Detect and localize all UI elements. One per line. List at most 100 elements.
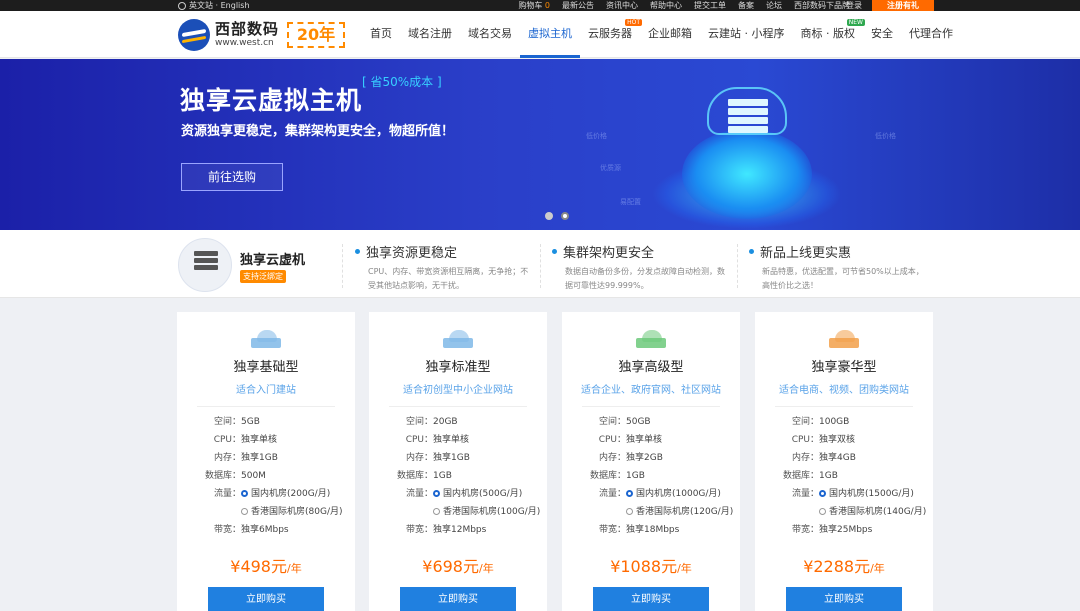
traffic-option[interactable]: 流量： 国内机房(500G/月) [369,485,547,503]
radio-icon[interactable] [819,508,826,515]
bullet-icon [552,249,557,254]
plan-name: 独享高级型 [618,360,684,375]
language-switch[interactable]: 英文站 · English [178,0,250,11]
plan-price: ¥498元/年 [230,557,302,576]
radio-selected-icon[interactable] [241,490,248,497]
nav-enterprise-mail[interactable]: 企业邮箱 [640,11,700,58]
ghost-text: 优质源 [600,164,621,172]
traffic-option[interactable]: 流量： 国内机房(1000G/月) [562,485,740,503]
main-header: 西部数码 www.west.cn 20年 首页 域名注册 域名交易 虚拟主机 云… [0,11,1080,58]
plan-card: 独享标准型 适合初创型中小企业网站 空间： 20GB CPU： 独享单核 内存： 独享… [369,312,547,611]
plan-fit: 适合初创型中小企业网站 [403,385,513,396]
login-link[interactable]: 登录 [846,0,862,11]
product-name: 独享云虚机 [240,253,306,268]
feature-item: 独享资源更稳定 CPU、内存、带宽资源相互隔离，无争抢；不受其他站点影响，无干扰… [355,242,533,293]
cloud-server-icon [636,330,666,350]
plan-specs: 空间： 50GB CPU： 独享单核 内存： 独享2GB 数据库： 1GB 流量： 国内机… [562,413,740,539]
nav-agent[interactable]: 代理合作 [901,11,961,58]
anniversary-badge: 20年 [287,22,346,48]
radio-selected-icon[interactable] [819,490,826,497]
cloud-server-icon [251,330,281,350]
plan-price: ¥698元/年 [422,557,494,576]
carousel-dots [545,212,569,220]
buy-now-button[interactable]: 立即购买 [400,587,516,611]
banner-subtitle: 资源独享更稳定，集群架构更安全，物超所值！ [181,124,455,139]
plan-card: 独享高级型 适合企业、政府官网、社区网站 空间： 50GB CPU： 独享单核 内存… [562,312,740,611]
cart-link[interactable]: 购物车 0 [518,0,550,11]
radio-selected-icon[interactable] [626,490,633,497]
plan-price: ¥2288元/年 [803,557,885,576]
bullet-icon [355,249,360,254]
globe-icon [178,1,186,10]
ticket-link[interactable]: 提交工单 [694,0,726,11]
news-link[interactable]: 资讯中心 [606,0,638,11]
nav-virtual-host[interactable]: 虚拟主机 [520,11,580,58]
radio-icon[interactable] [626,508,633,515]
nav-home[interactable]: 首页 [362,11,400,58]
forum-link[interactable]: 论坛 [766,0,782,11]
main-nav: 首页 域名注册 域名交易 虚拟主机 云服务器 HOT 企业邮箱 云建站 · 小程序… [362,11,961,58]
traffic-option[interactable]: 流量： 国内机房(1500G/月) [755,485,933,503]
nav-security[interactable]: 安全 [863,11,901,58]
buy-now-button[interactable]: 立即购买 [786,587,902,611]
brands-link[interactable]: 西部数码下品牌 [794,0,850,11]
logo-url: www.west.cn [215,38,274,48]
traffic-option[interactable]: 流量： 国内机房(200G/月) [177,485,355,503]
logo-mark-icon [178,19,210,51]
ghost-text: 易配置 [620,198,641,206]
hero-banner: 独享云虚拟主机 [ 省50%成本 ] 资源独享更稳定，集群架构更安全，物超所值！… [0,59,1080,230]
server-rack-icon [728,99,768,133]
nav-trademark[interactable]: 商标 · 版权 NEW [793,11,865,58]
plan-card: 独享基础型 适合入门建站 空间： 5GB CPU： 独享单核 内存： 独享1GB 数据… [177,312,355,611]
plan-fit: 适合企业、政府官网、社区网站 [581,385,721,396]
cloud-server-icon [443,330,473,350]
feature-item: 集群架构更安全 数据自动备份多份，分发点故障自动检测，数据可靠性达99.999%… [552,242,730,293]
ghost-text: 低价格 [586,132,607,140]
feature-item: 新品上线更实惠 新品特惠，优选配置，可节省50%以上成本，高性价比之选！ [749,242,927,293]
beian-link[interactable]: 备案 [738,0,754,11]
radio-icon[interactable] [433,508,440,515]
banner-title: 独享云虚拟主机 [180,86,363,115]
plan-specs: 空间： 100GB CPU： 独享双核 内存： 独享4GB 数据库： 1GB 流量： 国内… [755,413,933,539]
announcement-link[interactable]: 最新公告 [562,0,594,11]
shop-now-button[interactable]: 前往选购 [181,163,283,191]
top-bar: 英文站 · English 购物车 0 最新公告 资讯中心 帮助中心 提交工单 … [0,0,1080,11]
feature-strip: 独享云虚机 支持泛绑定 独享资源更稳定 CPU、内存、带宽资源相互隔离，无争抢；… [0,230,1080,298]
help-link[interactable]: 帮助中心 [650,0,682,11]
plan-name: 独享标准型 [425,360,491,375]
cloud-server-illustration [640,87,850,230]
buy-now-button[interactable]: 立即购买 [593,587,709,611]
traffic-option[interactable]: 香港国际机房(140G/月) [755,503,933,521]
plan-card: 独享豪华型 适合电商、视频、团购类网站 空间： 100GB CPU： 独享双核 内存… [755,312,933,611]
traffic-option[interactable]: 香港国际机房(100G/月) [369,503,547,521]
ghost-text: 低价格 [875,132,896,140]
carousel-dot[interactable] [545,212,553,220]
bullet-icon [749,249,754,254]
language-label: 英文站 · English [189,1,250,10]
product-tag: 支持泛绑定 [240,270,286,283]
carousel-dot-active[interactable] [561,212,569,220]
site-logo[interactable]: 西部数码 www.west.cn 20年 [178,19,346,51]
plan-name: 独享基础型 [233,360,299,375]
plan-name: 独享豪华型 [811,360,877,375]
traffic-option[interactable]: 香港国际机房(120G/月) [562,503,740,521]
nav-cloud-server[interactable]: 云服务器 HOT [580,11,642,58]
plan-fit: 适合入门建站 [236,385,296,396]
plan-specs: 空间： 5GB CPU： 独享单核 内存： 独享1GB 数据库： 500M 流量： 国内机… [177,413,355,539]
plan-fit: 适合电商、视频、团购类网站 [779,385,909,396]
traffic-option[interactable]: 香港国际机房(80G/月) [177,503,355,521]
nav-domain-trade[interactable]: 域名交易 [460,11,520,58]
nav-domain-register[interactable]: 域名注册 [400,11,460,58]
plan-price: ¥1088元/年 [610,557,692,576]
radio-selected-icon[interactable] [433,490,440,497]
top-links: 购物车 0 最新公告 资讯中心 帮助中心 提交工单 备案 论坛 西部数码下品牌 [518,0,850,11]
radio-icon[interactable] [241,508,248,515]
cloud-server-icon [829,330,859,350]
buy-now-button[interactable]: 立即购买 [208,587,324,611]
register-button[interactable]: 注册有礼 [872,0,934,11]
plan-specs: 空间： 20GB CPU： 独享单核 内存： 独享1GB 数据库： 1GB 流量： 国内机… [369,413,547,539]
logo-name: 西部数码 [215,20,280,38]
server-icon [178,238,232,292]
banner-save-tag: [ 省50%成本 ] [362,75,442,89]
nav-site-builder[interactable]: 云建站 · 小程序 [700,11,793,58]
